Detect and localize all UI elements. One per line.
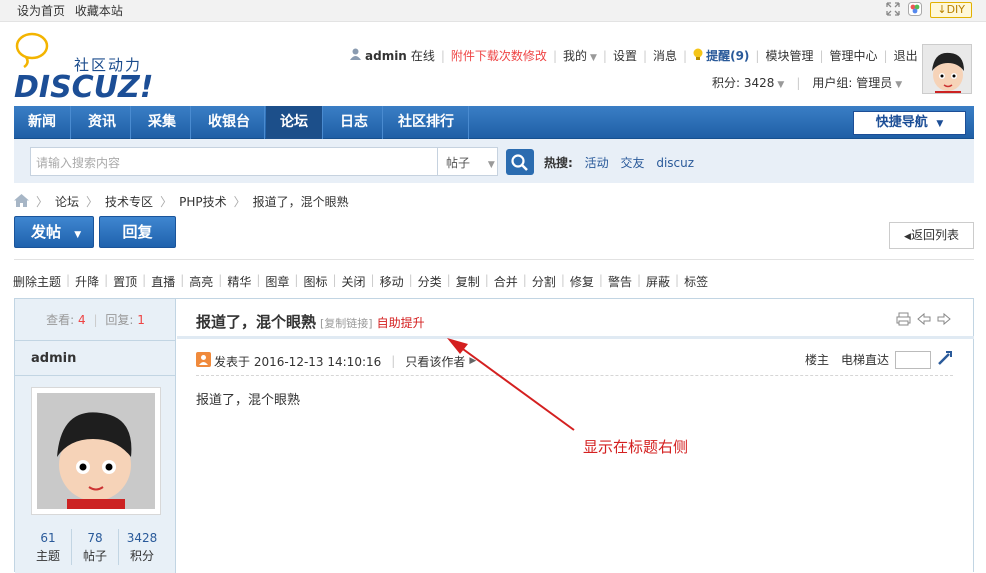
annotation-arrow: [447, 338, 575, 431]
annotation-text: 显示在标题右侧: [583, 438, 689, 456]
